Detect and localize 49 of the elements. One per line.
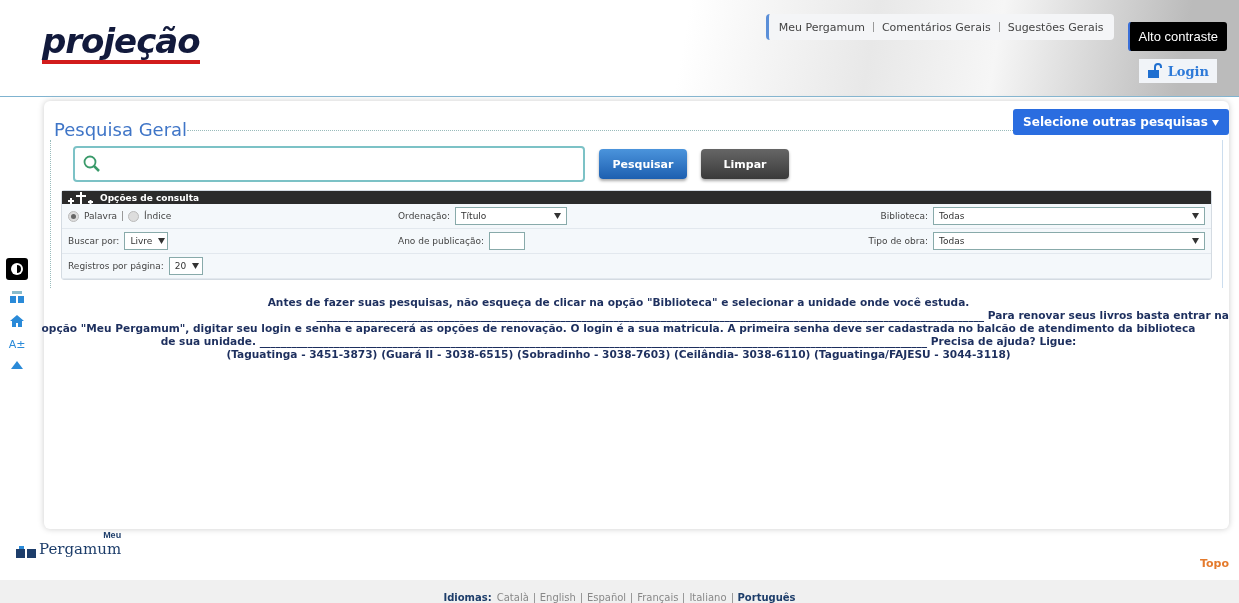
logo-text: Pergamum	[39, 540, 122, 558]
notice-text: Antes de fazer suas pesquisas, não esqueça de clicar na opção "Biblioteca" e selecionar a unidade onde você estuda.	[267, 296, 970, 309]
radio-button[interactable]	[68, 210, 79, 222]
radio-label: Palavra	[84, 211, 118, 221]
logo-text: Meu	[103, 530, 122, 540]
radio-label: Índice	[144, 211, 172, 221]
caret-icon	[192, 263, 200, 269]
select-field[interactable]: Todas	[933, 232, 1205, 250]
search-field[interactable]	[73, 146, 585, 182]
options-header: Opções de consulta	[62, 191, 1211, 204]
caret-icon	[554, 213, 562, 219]
field-label: Buscar por:	[68, 236, 120, 246]
search-icon	[83, 155, 101, 173]
notice-text: (Taguatinga - 3451-3873) (Guará II - 3038-6515) (Sobradinho - 3038-7603) (Ceilândia- 3038-6110) (Taguatinga/FAJESU - 3044-3118)	[226, 348, 1011, 361]
header-link[interactable]: Meu Pergamum	[778, 20, 865, 34]
login-link[interactable]: Login	[1138, 59, 1217, 83]
field-label: Registros por página:	[68, 261, 164, 271]
select-field[interactable]: Livre	[124, 232, 169, 250]
field-label: Ordenação:	[398, 211, 451, 221]
caret-icon	[1192, 213, 1199, 219]
field-label: Biblioteca:	[880, 211, 928, 221]
padlock-icon	[1146, 63, 1163, 79]
select-field[interactable]: Título	[455, 207, 568, 225]
notice-text: ______________________________________________________________________________________________________________________________ Para renovar seus livros basta entrar na	[316, 309, 1229, 322]
caret-icon	[1192, 238, 1199, 244]
select-field[interactable]: Todas	[933, 207, 1205, 225]
field-label: Ano de publicação:	[398, 236, 484, 246]
header-link[interactable]: Comentários Gerais	[881, 20, 991, 34]
caret-icon	[1212, 120, 1219, 126]
clear-button[interactable]: Limpar	[701, 149, 789, 179]
search-button[interactable]: Pesquisar	[599, 149, 687, 179]
languages-label: Idiomas:	[443, 592, 492, 603]
year-input[interactable]	[488, 232, 525, 250]
font-size-button[interactable]: A±	[6, 338, 28, 351]
select-field[interactable]: 20	[168, 257, 203, 275]
field-label: Tipo de obra:	[868, 236, 928, 246]
logo: projeção	[42, 22, 200, 64]
language-link[interactable]: Português	[737, 592, 796, 603]
contrast-icon[interactable]	[6, 258, 28, 280]
other-searches-dropdown[interactable]: Selecione outras pesquisas	[1013, 109, 1229, 135]
home-icon[interactable]	[10, 314, 24, 328]
radio-button[interactable]	[128, 210, 140, 222]
notice-text: opção "Meu Pergamum", digitar seu login e senha e aparecerá as opções de renovação. O login é a sua matricula. A primeira senha deve ser cadastrada no balcão de atendimento da biblioteca	[41, 322, 1196, 335]
up-arrow-icon[interactable]	[11, 361, 23, 369]
panel-title: Pesquisa Geral	[53, 118, 188, 140]
header-link[interactable]: Sugestões Gerais	[1007, 20, 1104, 34]
notice-text: de sua unidade. ______________________________________________________________________________________________________________________________ Precisa de ajuda? Ligue:	[160, 335, 1077, 348]
caret-icon	[158, 238, 166, 244]
high-contrast-button[interactable]: Alto contraste	[1127, 22, 1227, 51]
